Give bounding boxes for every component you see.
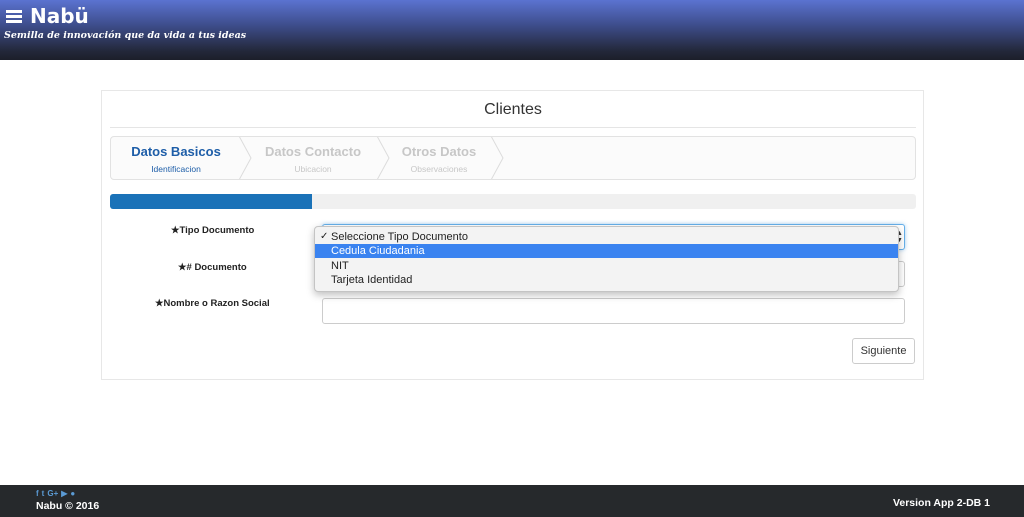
menu-icon[interactable] [6, 10, 22, 23]
step-subtitle: Ubicacion [294, 164, 332, 174]
copyright-text: Nabu © 2016 [36, 500, 100, 512]
youtube-icon[interactable]: ▶ [61, 489, 67, 499]
wizard-progress [110, 194, 916, 209]
brand-logo[interactable]: Nabü [30, 4, 89, 28]
version-text: Version App 2-DB 1 [892, 497, 990, 509]
num-documento-label: ★# Documento [178, 262, 247, 273]
nombre-label: ★Nombre o Razon Social [155, 298, 270, 309]
step-separator-icon [491, 137, 504, 179]
option-label: Seleccione Tipo Documento [331, 231, 468, 243]
social-links: f t G+ ▶ ● [36, 489, 75, 499]
brand-tagline: Semilla de innovación que da vida a tus … [4, 30, 247, 41]
twitter-icon[interactable]: t [42, 489, 45, 499]
step-subtitle: Identificacion [151, 164, 201, 174]
option-label: Tarjeta Identidad [331, 274, 413, 286]
tipo-documento-label: ★Tipo Documento [171, 225, 255, 236]
step-datos-contacto[interactable]: Datos Contacto Ubicacion [251, 137, 375, 179]
dropdown-option[interactable]: ✓ Seleccione Tipo Documento [315, 230, 898, 244]
step-subtitle: Observaciones [410, 164, 468, 174]
step-datos-basicos[interactable]: Datos Basicos Identificacion [111, 137, 241, 179]
nombre-input[interactable] [322, 298, 905, 324]
dropdown-option[interactable]: Tarjeta Identidad [315, 273, 898, 287]
google-plus-icon[interactable]: G+ [47, 489, 58, 499]
dropdown-option[interactable]: NIT [315, 259, 898, 273]
step-otros-datos[interactable]: Otros Datos Observaciones [389, 137, 489, 179]
facebook-icon[interactable]: f [36, 489, 39, 499]
step-title: Datos Basicos [131, 144, 221, 159]
option-label: Cedula Ciudadania [331, 245, 425, 257]
wizard-steps: Datos Basicos Identificacion Datos Conta… [110, 136, 916, 180]
next-button[interactable]: Siguiente [852, 338, 915, 364]
page-title: Clientes [110, 101, 916, 128]
step-title: Otros Datos [401, 144, 477, 159]
app-footer: f t G+ ▶ ● Nabu © 2016 Version App 2-DB … [0, 485, 1024, 517]
app-header: Nabü Semilla de innovación que da vida a… [0, 0, 1024, 60]
option-label: NIT [331, 260, 349, 272]
tipo-documento-dropdown: ✓ Seleccione Tipo Documento Cedula Ciuda… [314, 226, 899, 292]
dropdown-option[interactable]: Cedula Ciudadania [315, 244, 898, 258]
step-title: Datos Contacto [264, 144, 362, 159]
progress-bar-fill [110, 194, 312, 209]
check-icon: ✓ [320, 231, 329, 242]
github-icon[interactable]: ● [70, 489, 75, 499]
